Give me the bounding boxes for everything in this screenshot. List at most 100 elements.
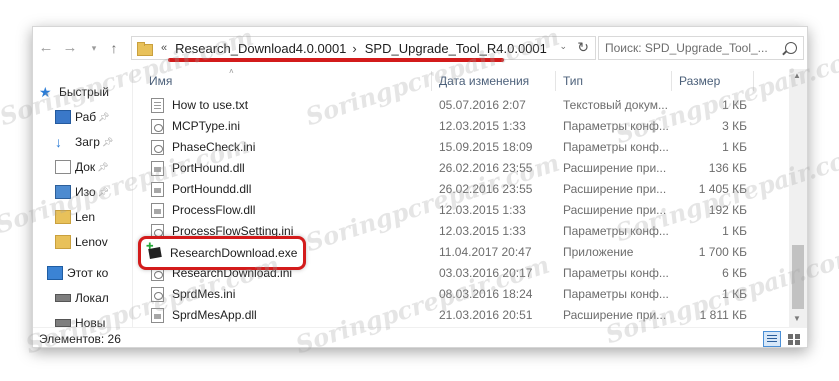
scroll-thumb[interactable] [792, 245, 804, 309]
sort-ascending-icon: ˄ [229, 67, 234, 76]
file-name-cell[interactable]: SprdMesApp.dll [151, 305, 257, 326]
file-row[interactable]: SprdMes.ini 08.03.2016 18:24 Параметры кон… [137, 284, 777, 305]
address-bar[interactable]: « Research_Download4.0.0001 › SPD_Upgrad… [131, 36, 596, 60]
picture-icon [55, 185, 71, 199]
scroll-up-icon[interactable]: ▲ [793, 71, 801, 80]
file-type: Параметры конф... [563, 266, 669, 280]
overflow-chevron-icon[interactable]: « [161, 42, 167, 54]
file-name-cell[interactable]: PhaseCheck.ini [151, 137, 255, 158]
pin-icon: 📌︎ [97, 186, 110, 197]
file-date: 12.03.2015 1:33 [439, 119, 526, 133]
file-date: 15.09.2015 18:09 [439, 140, 533, 154]
nav-folder-len[interactable]: Len [55, 207, 95, 227]
computer-icon [47, 266, 63, 280]
column-divider[interactable] [431, 71, 432, 91]
toolbar: ← → ▾ ↑ « Research_Download4.0.0001 › SP… [33, 27, 807, 69]
column-header-date[interactable]: Дата изменения [439, 69, 529, 93]
file-type: Расширение при... [563, 161, 667, 175]
address-dropdown-icon[interactable]: ⌄ [559, 41, 567, 52]
folder-icon [55, 210, 71, 224]
file-row[interactable]: MCPType.ini 12.03.2015 1:33 Параметры конф… [137, 116, 777, 137]
vertical-scrollbar[interactable]: ▲ ▼ [789, 69, 807, 327]
file-date: 03.03.2016 20:17 [439, 266, 533, 280]
file-name-cell[interactable]: PortHound.dll [151, 158, 245, 179]
file-row[interactable]: PortHoundd.dll 26.02.2016 23:55 Расширение… [137, 179, 777, 200]
ini-file-icon [151, 140, 164, 155]
column-divider[interactable] [753, 71, 754, 91]
file-row[interactable]: How to use.txt 05.07.2016 2:07 Текстовый д… [137, 95, 777, 116]
file-size: 1 КБ [722, 98, 747, 112]
file-name-cell[interactable]: PortHoundd.dll [151, 179, 251, 200]
breadcrumb-spd-upgrade-tool[interactable]: SPD_Upgrade_Tool_R4.0.0001 [365, 41, 547, 56]
file-name-cell[interactable]: ProcessFlow.dll [151, 200, 255, 221]
forward-arrow-icon[interactable]: → [61, 39, 79, 57]
exe-file-icon [146, 241, 162, 260]
pin-icon: 📌︎ [98, 111, 110, 122]
file-row[interactable]: SprdMesApp.dll 21.03.2016 20:51 Расширение… [137, 305, 777, 326]
scroll-down-icon[interactable]: ▼ [793, 314, 801, 323]
dll-file-icon [151, 161, 164, 176]
ini-file-icon [151, 287, 164, 302]
recent-locations-chevron-icon[interactable]: ▾ [85, 39, 103, 57]
file-name-cell[interactable]: How to use.txt [151, 95, 248, 116]
column-header-type[interactable]: Тип [563, 69, 583, 93]
file-size: 1 405 КБ [698, 182, 747, 196]
column-header-name[interactable]: Имя [149, 69, 172, 93]
file-type: Текстовый докум... [563, 98, 668, 112]
file-name: SprdMes.ini [172, 287, 236, 301]
file-size: 192 КБ [708, 203, 747, 217]
pin-icon: 📌︎ [101, 136, 114, 147]
details-view-icon[interactable] [763, 331, 781, 347]
navigation-pane: ★ Быстрый Раб 📌︎ ↓ Загр 📌︎ Док 📌︎ Изо 📌︎… [33, 69, 133, 330]
download-icon: ↓ [55, 134, 62, 150]
column-divider[interactable] [555, 71, 556, 91]
status-bar: Элементов: 26 [33, 327, 807, 347]
address-highlight-underline [168, 58, 504, 62]
file-size: 1 КБ [722, 224, 747, 238]
chevron-right-icon[interactable]: › [352, 41, 356, 56]
file-name-cell[interactable]: MCPType.ini [151, 116, 240, 137]
document-icon [55, 160, 71, 174]
breadcrumb-research-download[interactable]: Research_Download4.0.0001 [175, 41, 346, 56]
pin-icon: 📌︎ [97, 161, 109, 172]
nav-local-disk[interactable]: Локал [55, 288, 109, 308]
file-name: PortHoundd.dll [172, 182, 252, 196]
file-type: Параметры конф... [563, 119, 669, 133]
column-divider[interactable] [671, 71, 672, 91]
nav-label: Lenov [75, 235, 108, 249]
dll-file-icon [151, 308, 164, 323]
file-row[interactable]: PhaseCheck.ini 15.09.2015 18:09 Параметры … [137, 137, 777, 158]
back-arrow-icon[interactable]: ← [37, 39, 55, 57]
file-name: PhaseCheck.ini [172, 140, 256, 154]
file-size: 3 КБ [722, 119, 747, 133]
file-list: ˄ Имя Дата изменения Тип Размер How to u… [137, 67, 789, 327]
nav-label: Быстрый [59, 85, 109, 99]
search-input[interactable]: Поиск: SPD_Upgrade_Tool_... [598, 36, 804, 60]
nav-label: Док [75, 160, 96, 174]
nav-this-pc[interactable]: Этот ко [47, 263, 108, 283]
nav-downloads[interactable]: ↓ Загр 📌︎ [55, 132, 113, 152]
nav-label: Изо [75, 185, 96, 199]
file-row[interactable]: PortHound.dll 26.02.2016 23:55 Расширение … [137, 158, 777, 179]
drive-icon [55, 319, 71, 327]
large-icons-view-icon[interactable] [785, 331, 803, 347]
highlighted-exe-callout[interactable]: ResearchDownload.exe [138, 236, 306, 270]
nav-folder-lenovo[interactable]: Lenov [55, 232, 108, 252]
folder-icon [55, 235, 71, 249]
refresh-icon[interactable]: ↻ [577, 39, 589, 56]
column-header-size[interactable]: Размер [679, 69, 720, 93]
file-row[interactable]: ProcessFlow.dll 12.03.2015 1:33 Расширение… [137, 200, 777, 221]
up-arrow-icon[interactable]: ↑ [105, 39, 123, 57]
explorer-window: ← → ▾ ↑ « Research_Download4.0.0001 › SP… [32, 26, 808, 348]
nav-pictures[interactable]: Изо 📌︎ [55, 182, 109, 202]
file-type: Параметры конф... [563, 224, 669, 238]
nav-documents[interactable]: Док 📌︎ [55, 157, 109, 177]
nav-quick-access[interactable]: ★ Быстрый [39, 82, 109, 102]
dll-file-icon [151, 203, 164, 218]
file-name-cell[interactable]: SprdMes.ini [151, 284, 235, 305]
drive-icon [55, 294, 71, 302]
star-icon: ★ [39, 84, 52, 100]
file-name: PortHound.dll [172, 161, 245, 175]
file-date: 08.03.2016 18:24 [439, 287, 533, 301]
nav-desktop[interactable]: Раб 📌︎ [55, 107, 110, 127]
